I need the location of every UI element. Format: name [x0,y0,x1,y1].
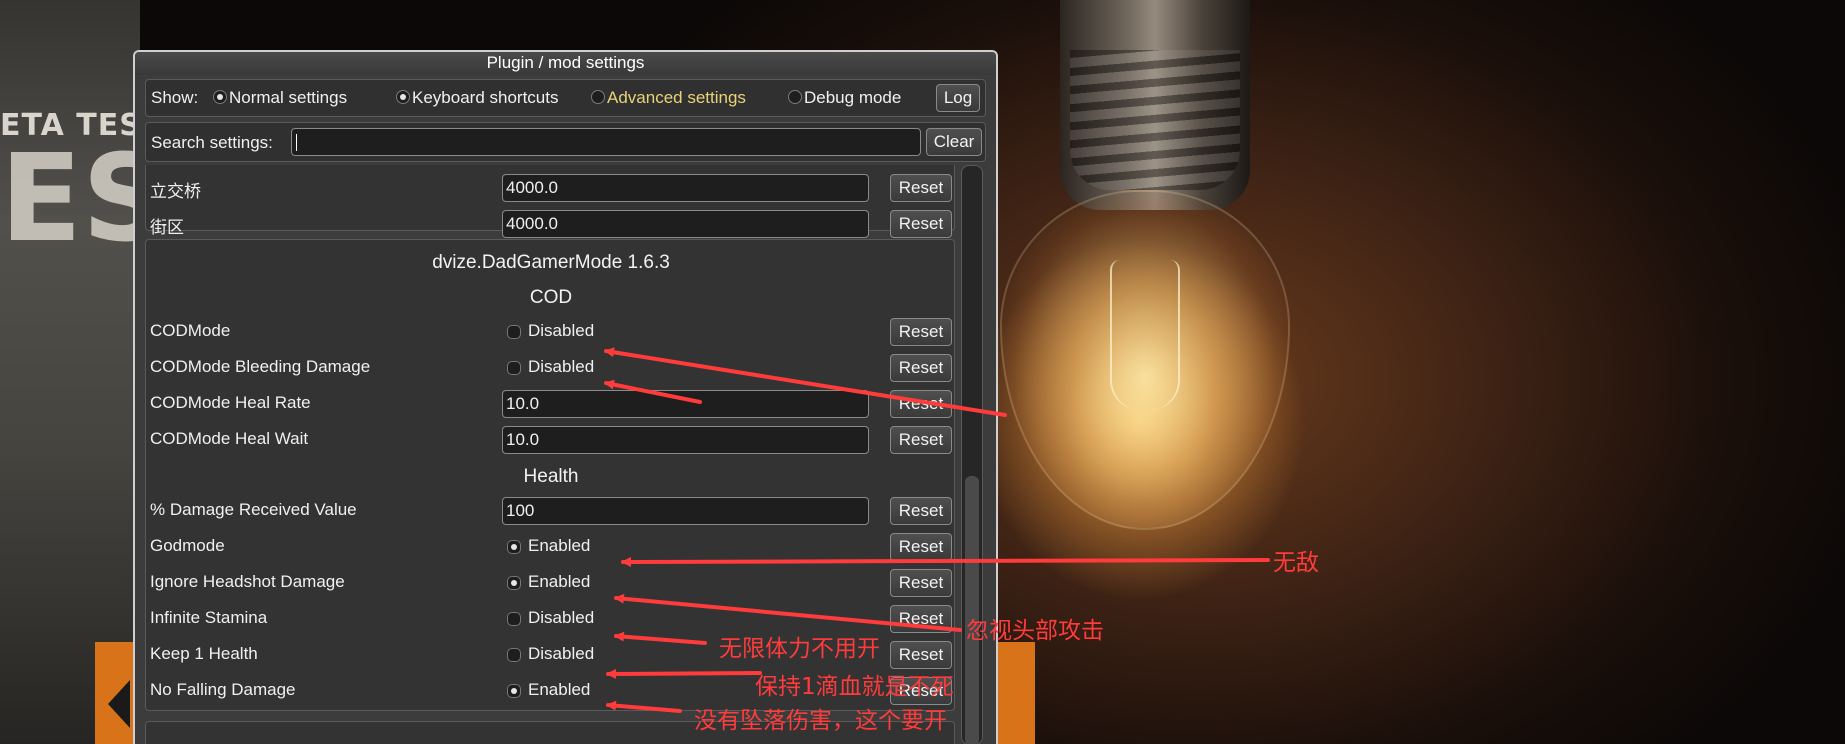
infinite-stamina-toggle[interactable] [507,612,521,626]
normal-settings-label[interactable]: Normal settings [229,88,347,108]
damage-received-field[interactable]: 100 [502,497,869,525]
setting-name: CODMode Bleeding Damage [150,357,371,376]
setting-name: Ignore Headshot Damage [150,572,345,591]
setting-row-godmode: Godmode Enabled Reset [146,529,955,565]
keep-1-health-toggle[interactable] [507,648,521,662]
reset-button[interactable]: Reset [890,390,952,418]
setting-name: % Damage Received Value [150,500,357,519]
reset-button[interactable]: Reset [890,497,952,525]
text-caret [296,134,297,151]
settings-scrollbar[interactable] [961,165,983,744]
reset-button[interactable]: Reset [890,210,952,238]
setting-row-damage-received: % Damage Received Value 100 Reset [146,493,955,529]
setting-name: No Falling Damage [150,680,296,699]
show-label: Show: [151,88,199,107]
advanced-settings-radio[interactable] [591,90,605,104]
reset-button[interactable]: Reset [890,605,952,633]
no-falling-damage-toggle[interactable] [507,684,521,698]
toggle-state-label[interactable]: Disabled [528,357,594,377]
search-label: Search settings: [151,133,273,152]
annotation-godmode: 无敌 [1273,550,1319,576]
setting-name: Godmode [150,536,225,555]
show-filter-bar: Show: Normal settings Keyboard shortcuts… [145,79,986,117]
keyboard-shortcuts-radio[interactable] [396,90,410,104]
reset-button[interactable]: Reset [890,569,952,597]
annotation-headshot: 忽视头部攻击 [966,618,1104,644]
debug-mode-label[interactable]: Debug mode [804,88,901,108]
reset-button[interactable]: Reset [890,641,952,669]
heal-rate-field[interactable]: 10.0 [502,390,869,418]
toggle-state-label[interactable]: Enabled [528,680,590,700]
godmode-toggle[interactable] [507,540,521,554]
keyboard-shortcuts-label[interactable]: Keyboard shortcuts [412,88,558,108]
heal-wait-field[interactable]: 10.0 [502,426,869,454]
toggle-state-label[interactable]: Enabled [528,572,590,592]
setting-name: Keep 1 Health [150,644,258,663]
toggle-state-label[interactable]: Disabled [528,608,594,628]
setting-name: CODMode [150,321,231,340]
background-beta-text: ETA TEST [0,108,140,143]
reset-button[interactable]: Reset [890,354,952,382]
setting-row-codmode-bleeding: CODMode Bleeding Damage Disabled Reset [146,350,955,386]
background-back-arrow-icon [108,680,130,728]
setting-name: CODMode Heal Wait [150,429,309,448]
debug-mode-radio[interactable] [788,90,802,104]
log-button[interactable]: Log [936,84,980,112]
setting-row: 街区 4000.0 Reset [146,206,955,238]
reset-button[interactable]: Reset [890,174,952,202]
group-title: dvize.DadGamerMode 1.6.3 [432,252,670,273]
previous-settings-group: 立交桥 4000.0 Reset 街区 4000.0 Reset [145,165,955,238]
background-big-letters: ES [0,145,140,269]
annotation-no-falling-damage: 没有坠落伤害，这个要开 [694,708,947,734]
setting-row-codmode: CODMode Disabled Reset [146,314,955,350]
section-title-cod: COD [529,287,573,308]
setting-row-ignore-headshot: Ignore Headshot Damage Enabled Reset [146,565,955,601]
lightbulb-socket-image [1060,0,1250,210]
reset-button[interactable]: Reset [890,318,952,346]
advanced-settings-label[interactable]: Advanced settings [607,88,746,108]
setting-row-heal-rate: CODMode Heal Rate 10.0 Reset [146,386,955,422]
setting-row: 立交桥 4000.0 Reset [146,170,955,206]
search-bar: Search settings: Clear [145,122,986,162]
toggle-state-label[interactable]: Disabled [528,644,594,664]
reset-button[interactable]: Reset [890,426,952,454]
search-input[interactable] [291,128,921,156]
toggle-state-label[interactable]: Disabled [528,321,594,341]
section-title-health: Health [523,466,579,487]
setting-name: 街区 [150,218,184,237]
setting-name: Infinite Stamina [150,608,268,627]
ignore-headshot-toggle[interactable] [507,576,521,590]
clear-search-button[interactable]: Clear [926,128,982,156]
scrollbar-thumb[interactable] [965,476,979,744]
annotation-keep-1-health: 保持1滴血就是不死 [755,674,954,700]
setting-name: CODMode Heal Rate [150,393,311,412]
toggle-state-label[interactable]: Enabled [528,536,590,556]
window-title[interactable]: Plugin / mod settings [135,52,996,75]
setting-row-heal-wait: CODMode Heal Wait 10.0 Reset [146,422,955,458]
lightbulb-filament-image [1110,260,1180,410]
setting-value-field[interactable]: 4000.0 [502,210,869,238]
codmode-bleeding-toggle[interactable] [507,361,521,375]
codmode-toggle[interactable] [507,325,521,339]
annotation-stamina: 无限体力不用开 [719,636,880,662]
reset-button[interactable]: Reset [890,533,952,561]
setting-value-field[interactable]: 4000.0 [502,174,869,202]
normal-settings-radio[interactable] [213,90,227,104]
setting-name: 立交桥 [150,182,201,201]
